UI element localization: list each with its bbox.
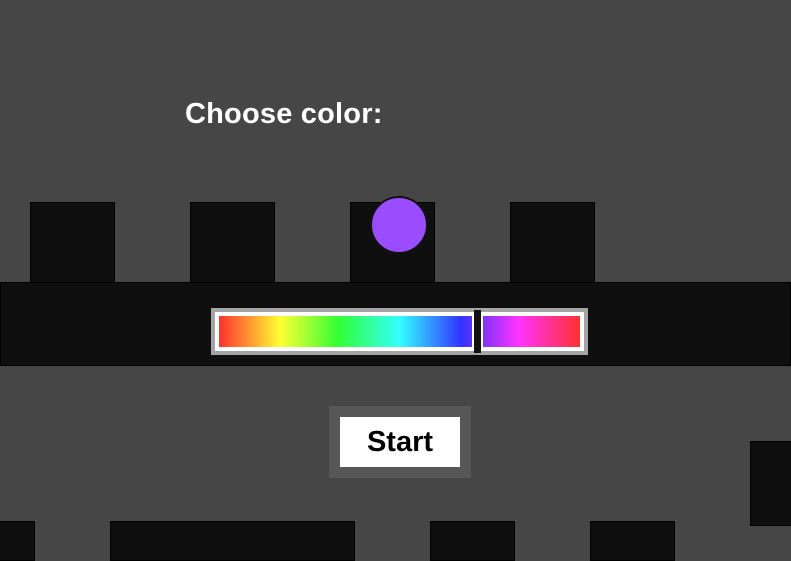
- wall-block: [510, 202, 595, 287]
- wall-block: [110, 521, 355, 561]
- wall-block: [30, 202, 115, 287]
- hue-slider[interactable]: [211, 308, 588, 355]
- start-button[interactable]: Start: [340, 417, 460, 467]
- hue-slider-handle[interactable]: [471, 310, 483, 353]
- wall-block: [0, 521, 35, 561]
- wall-block: [430, 521, 515, 561]
- start-button-frame: Start: [329, 406, 471, 478]
- hue-slider-inner: [215, 310, 584, 353]
- wall-block: [190, 202, 275, 287]
- color-preview-dot: [370, 196, 428, 254]
- wall-block: [750, 441, 791, 526]
- wall-block: [590, 521, 675, 561]
- hue-track[interactable]: [219, 316, 580, 347]
- choose-color-title: Choose color:: [185, 98, 383, 130]
